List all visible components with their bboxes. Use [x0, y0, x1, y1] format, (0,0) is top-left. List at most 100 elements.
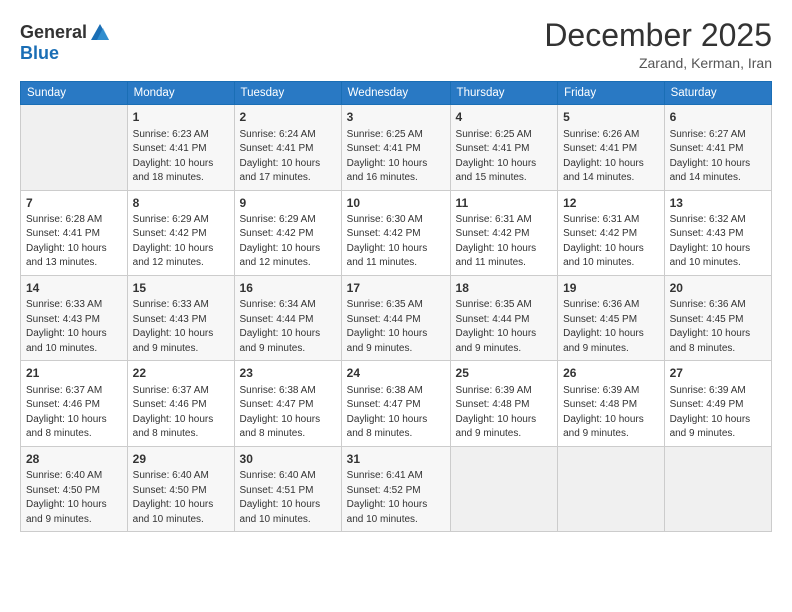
day-info: Sunrise: 6:37 AMSunset: 4:46 PMDaylight:…: [26, 384, 122, 442]
calendar-cell: 27 Sunrise: 6:39 AMSunset: 4:49 PMDayligh…: [664, 361, 771, 446]
calendar-cell: 18Sunrise: 6:35 AMSunset: 4:44 PMDayligh…: [450, 275, 558, 360]
day-info: Sunrise: 6:31 AMSunset: 4:42 PMDaylight:…: [456, 213, 553, 271]
calendar-cell: 21 Sunrise: 6:37 AMSunset: 4:46 PMDayligh…: [21, 361, 128, 446]
day-info: Sunrise: 6:40 AMSunset: 4:50 PMDaylight:…: [133, 469, 229, 527]
column-header-tuesday: Tuesday: [234, 82, 341, 105]
column-header-thursday: Thursday: [450, 82, 558, 105]
day-number: 27: [670, 365, 766, 382]
calendar-cell: [664, 446, 771, 531]
logo-blue: Blue: [20, 43, 59, 63]
day-number: 25: [456, 365, 553, 382]
calendar-cell: 20Sunrise: 6:36 AMSunset: 4:45 PMDayligh…: [664, 275, 771, 360]
day-number: 30: [240, 451, 336, 468]
day-info: Sunrise: 6:39 AMSunset: 4:48 PMDaylight:…: [563, 384, 658, 442]
calendar-cell: 28Sunrise: 6:40 AMSunset: 4:50 PMDayligh…: [21, 446, 128, 531]
day-info: Sunrise: 6:33 AMSunset: 4:43 PMDaylight:…: [26, 298, 122, 356]
logo-icon: [89, 22, 111, 44]
day-number: 18: [456, 280, 553, 297]
day-number: 2: [240, 109, 336, 126]
day-info: Sunrise: 6:29 AMSunset: 4:42 PMDaylight:…: [133, 213, 229, 271]
column-header-saturday: Saturday: [664, 82, 771, 105]
day-number: 15: [133, 280, 229, 297]
day-info: Sunrise: 6:26 AMSunset: 4:41 PMDaylight:…: [563, 128, 658, 186]
column-header-monday: Monday: [127, 82, 234, 105]
day-number: 10: [347, 195, 445, 212]
column-header-sunday: Sunday: [21, 82, 128, 105]
calendar-table: SundayMondayTuesdayWednesdayThursdayFrid…: [20, 81, 772, 532]
calendar-cell: 17Sunrise: 6:35 AMSunset: 4:44 PMDayligh…: [341, 275, 450, 360]
day-info: Sunrise: 6:32 AMSunset: 4:43 PMDaylight:…: [670, 213, 766, 271]
day-number: 1: [133, 109, 229, 126]
calendar-cell: [450, 446, 558, 531]
calendar-cell: 15Sunrise: 6:33 AMSunset: 4:43 PMDayligh…: [127, 275, 234, 360]
calendar-cell: 26 Sunrise: 6:39 AMSunset: 4:48 PMDayligh…: [558, 361, 664, 446]
day-info: Sunrise: 6:23 AMSunset: 4:41 PMDaylight:…: [133, 128, 229, 186]
calendar-cell: 19Sunrise: 6:36 AMSunset: 4:45 PMDayligh…: [558, 275, 664, 360]
calendar-row: 7Sunrise: 6:28 AMSunset: 4:41 PMDaylight…: [21, 190, 772, 275]
day-number: 20: [670, 280, 766, 297]
day-number: 14: [26, 280, 122, 297]
logo-general: General: [20, 23, 87, 43]
calendar-cell: 24Sunrise: 6:38 AMSunset: 4:47 PMDayligh…: [341, 361, 450, 446]
calendar-cell: 1 Sunrise: 6:23 AMSunset: 4:41 PMDaylight…: [127, 105, 234, 190]
day-info: Sunrise: 6:35 AMSunset: 4:44 PMDaylight:…: [456, 298, 553, 356]
calendar-cell: 29Sunrise: 6:40 AMSunset: 4:50 PMDayligh…: [127, 446, 234, 531]
day-number: 16: [240, 280, 336, 297]
calendar-cell: 7Sunrise: 6:28 AMSunset: 4:41 PMDaylight…: [21, 190, 128, 275]
calendar-cell: [558, 446, 664, 531]
calendar-cell: 10Sunrise: 6:30 AMSunset: 4:42 PMDayligh…: [341, 190, 450, 275]
day-number: 8: [133, 195, 229, 212]
calendar-cell: 12Sunrise: 6:31 AMSunset: 4:42 PMDayligh…: [558, 190, 664, 275]
title-area: December 2025 Zarand, Kerman, Iran: [544, 18, 772, 71]
day-number: 22: [133, 365, 229, 382]
day-number: 23: [240, 365, 336, 382]
day-info: Sunrise: 6:37 AMSunset: 4:46 PMDaylight:…: [133, 384, 229, 442]
day-info: Sunrise: 6:36 AMSunset: 4:45 PMDaylight:…: [670, 298, 766, 356]
calendar-cell: 8Sunrise: 6:29 AMSunset: 4:42 PMDaylight…: [127, 190, 234, 275]
day-info: Sunrise: 6:34 AMSunset: 4:44 PMDaylight:…: [240, 298, 336, 356]
calendar-cell: 22 Sunrise: 6:37 AMSunset: 4:46 PMDayligh…: [127, 361, 234, 446]
subtitle: Zarand, Kerman, Iran: [544, 55, 772, 71]
day-info: Sunrise: 6:41 AMSunset: 4:52 PMDaylight:…: [347, 469, 445, 527]
day-number: 31: [347, 451, 445, 468]
day-info: Sunrise: 6:25 AMSunset: 4:41 PMDaylight:…: [456, 128, 553, 186]
calendar-cell: 3Sunrise: 6:25 AMSunset: 4:41 PMDaylight…: [341, 105, 450, 190]
calendar-cell: 30Sunrise: 6:40 AMSunset: 4:51 PMDayligh…: [234, 446, 341, 531]
day-number: 19: [563, 280, 658, 297]
calendar-cell: [21, 105, 128, 190]
calendar-cell: 31Sunrise: 6:41 AMSunset: 4:52 PMDayligh…: [341, 446, 450, 531]
calendar-cell: 25 Sunrise: 6:39 AMSunset: 4:48 PMDayligh…: [450, 361, 558, 446]
calendar-cell: 16Sunrise: 6:34 AMSunset: 4:44 PMDayligh…: [234, 275, 341, 360]
day-number: 21: [26, 365, 122, 382]
day-number: 5: [563, 109, 658, 126]
day-info: Sunrise: 6:35 AMSunset: 4:44 PMDaylight:…: [347, 298, 445, 356]
day-number: 26: [563, 365, 658, 382]
day-info: Sunrise: 6:24 AMSunset: 4:41 PMDaylight:…: [240, 128, 336, 186]
calendar-row: 21 Sunrise: 6:37 AMSunset: 4:46 PMDayligh…: [21, 361, 772, 446]
calendar-cell: 2 Sunrise: 6:24 AMSunset: 4:41 PMDaylight…: [234, 105, 341, 190]
day-info: Sunrise: 6:39 AMSunset: 4:49 PMDaylight:…: [670, 384, 766, 442]
day-number: 6: [670, 109, 766, 126]
day-number: 17: [347, 280, 445, 297]
calendar-row: 28Sunrise: 6:40 AMSunset: 4:50 PMDayligh…: [21, 446, 772, 531]
day-number: 12: [563, 195, 658, 212]
calendar-row: 14Sunrise: 6:33 AMSunset: 4:43 PMDayligh…: [21, 275, 772, 360]
calendar-cell: 5 Sunrise: 6:26 AMSunset: 4:41 PMDaylight…: [558, 105, 664, 190]
day-number: 7: [26, 195, 122, 212]
day-number: 24: [347, 365, 445, 382]
column-header-friday: Friday: [558, 82, 664, 105]
day-number: 28: [26, 451, 122, 468]
day-info: Sunrise: 6:38 AMSunset: 4:47 PMDaylight:…: [240, 384, 336, 442]
calendar-cell: 6 Sunrise: 6:27 AMSunset: 4:41 PMDaylight…: [664, 105, 771, 190]
month-title: December 2025: [544, 18, 772, 53]
day-info: Sunrise: 6:27 AMSunset: 4:41 PMDaylight:…: [670, 128, 766, 186]
day-info: Sunrise: 6:28 AMSunset: 4:41 PMDaylight:…: [26, 213, 122, 271]
page: General Blue December 2025 Zarand, Kerma…: [0, 0, 792, 612]
day-info: Sunrise: 6:40 AMSunset: 4:50 PMDaylight:…: [26, 469, 122, 527]
calendar-cell: 14Sunrise: 6:33 AMSunset: 4:43 PMDayligh…: [21, 275, 128, 360]
calendar-cell: 13Sunrise: 6:32 AMSunset: 4:43 PMDayligh…: [664, 190, 771, 275]
day-info: Sunrise: 6:39 AMSunset: 4:48 PMDaylight:…: [456, 384, 553, 442]
day-number: 3: [347, 109, 445, 126]
day-info: Sunrise: 6:36 AMSunset: 4:45 PMDaylight:…: [563, 298, 658, 356]
logo-text: General Blue: [20, 22, 111, 64]
